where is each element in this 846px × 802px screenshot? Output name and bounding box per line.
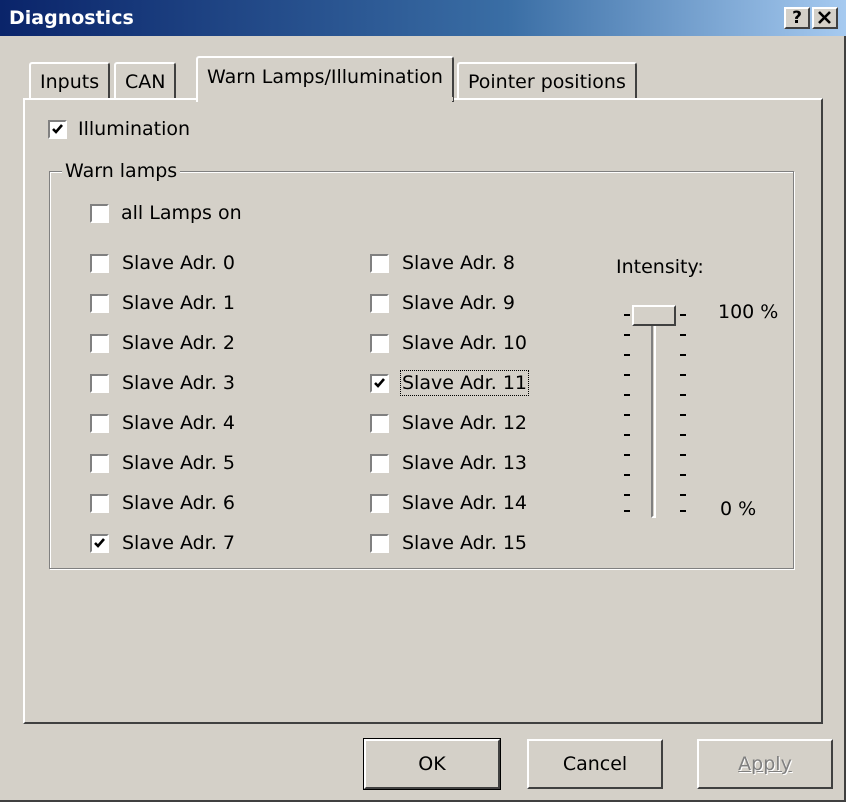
intensity-label: Intensity: [616, 256, 704, 278]
slave-label: Slave Adr. 14 [402, 492, 528, 514]
intensity-min-label: 0 % [720, 498, 757, 520]
slider-tick [680, 494, 686, 496]
slider-tick [680, 354, 686, 356]
slave-checkbox[interactable] [370, 494, 389, 513]
ok-label: OK [418, 753, 446, 775]
cancel-button[interactable]: Cancel [527, 739, 663, 789]
slave-checkbox[interactable] [90, 294, 109, 313]
slave-checkbox[interactable] [90, 254, 109, 273]
slave-checkbox[interactable] [90, 534, 109, 553]
tab-pointer-positions-label: Pointer positions [468, 71, 626, 93]
apply-label: Apply [738, 753, 792, 775]
slider-tick [680, 394, 686, 396]
checkmark-icon [94, 538, 105, 548]
diagnostics-dialog: Diagnostics ? Inputs CAN Warn Lamps/Illu… [0, 0, 846, 802]
slave-checkbox[interactable] [90, 334, 109, 353]
slave-checkbox[interactable] [370, 534, 389, 553]
close-icon [818, 11, 831, 24]
apply-button[interactable]: Apply [697, 739, 833, 789]
ok-button[interactable]: OK [363, 738, 501, 790]
help-button[interactable]: ? [784, 7, 810, 29]
warn-lamps-group-title: Warn lamps [62, 160, 181, 182]
slave-label: Slave Adr. 12 [402, 412, 528, 434]
slider-tick [624, 374, 630, 376]
slave-label: Slave Adr. 11 [399, 370, 530, 396]
intensity-slider-track[interactable] [651, 308, 656, 518]
slave-checkbox[interactable] [90, 414, 109, 433]
slave-checkbox[interactable] [370, 454, 389, 473]
intensity-max-label: 100 % [718, 301, 779, 323]
tab-warn-lamps[interactable]: Warn Lamps/Illumination [196, 56, 454, 102]
close-button[interactable] [812, 7, 838, 29]
slider-tick [680, 454, 686, 456]
slave-label: Slave Adr. 6 [122, 492, 235, 514]
slider-tick [624, 510, 630, 512]
slave-label: Slave Adr. 9 [402, 292, 515, 314]
slave-label: Slave Adr. 13 [402, 452, 528, 474]
window-title: Diagnostics [9, 7, 134, 29]
cancel-label: Cancel [562, 753, 628, 775]
slave-checkbox[interactable] [370, 414, 389, 433]
slave-label: Slave Adr. 3 [122, 372, 235, 394]
slider-tick [624, 494, 630, 496]
slider-tick [624, 314, 630, 316]
slave-checkbox[interactable] [370, 254, 389, 273]
slider-tick [624, 334, 630, 336]
tab-pointer-positions[interactable]: Pointer positions [457, 62, 637, 100]
slider-tick [624, 414, 630, 416]
title-bar: Diagnostics ? [0, 0, 846, 36]
slider-tick [680, 414, 686, 416]
slider-tick [680, 474, 686, 476]
all-lamps-checkbox[interactable] [90, 204, 109, 223]
tab-can-label: CAN [125, 71, 166, 93]
tab-inputs[interactable]: Inputs [29, 62, 111, 100]
slave-label: Slave Adr. 8 [402, 252, 515, 274]
slave-label: Slave Adr. 10 [402, 332, 528, 354]
checkmark-icon [52, 124, 63, 134]
slave-label: Slave Adr. 15 [402, 532, 528, 554]
slave-checkbox[interactable] [370, 374, 389, 393]
slider-tick [680, 314, 686, 316]
tab-warn-lamps-label: Warn Lamps/Illumination [207, 66, 443, 88]
illumination-label: Illumination [78, 118, 191, 140]
slider-tick [624, 354, 630, 356]
tab-can[interactable]: CAN [114, 62, 177, 100]
slider-tick [680, 510, 686, 512]
slider-tick [624, 474, 630, 476]
slave-label: Slave Adr. 5 [122, 452, 235, 474]
slave-label: Slave Adr. 2 [122, 332, 235, 354]
slider-tick [680, 434, 686, 436]
slave-label: Slave Adr. 0 [122, 252, 235, 274]
slave-checkbox[interactable] [370, 334, 389, 353]
slave-checkbox[interactable] [90, 494, 109, 513]
slider-tick [624, 394, 630, 396]
slave-checkbox[interactable] [90, 374, 109, 393]
slave-checkbox[interactable] [370, 294, 389, 313]
slave-checkbox[interactable] [90, 454, 109, 473]
slider-tick [680, 334, 686, 336]
all-lamps-label: all Lamps on [121, 202, 242, 224]
slave-label: Slave Adr. 4 [122, 412, 235, 434]
illumination-checkbox[interactable] [48, 120, 67, 139]
checkmark-icon [374, 378, 385, 388]
slave-label: Slave Adr. 1 [122, 292, 235, 314]
slider-tick [624, 454, 630, 456]
tab-inputs-label: Inputs [40, 71, 100, 93]
slider-tick [680, 374, 686, 376]
intensity-slider-thumb[interactable] [632, 305, 676, 326]
slider-tick [624, 434, 630, 436]
slave-label: Slave Adr. 7 [122, 532, 235, 554]
